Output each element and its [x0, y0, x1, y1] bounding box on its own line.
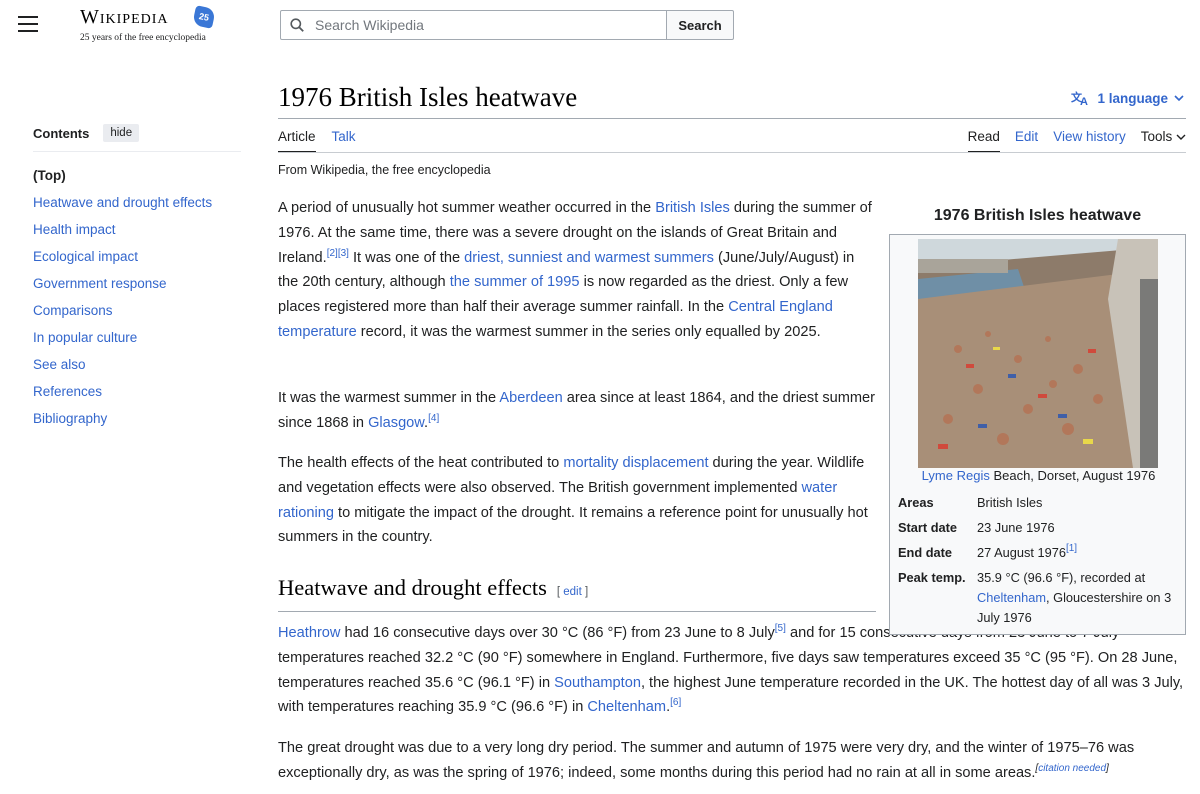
toc-item-heatwave: Heatwave and drought effects — [33, 189, 241, 216]
site-tagline: From Wikipedia, the free encyclopedia — [278, 163, 491, 177]
chevron-down-icon — [1176, 134, 1186, 140]
tabs-divider — [278, 152, 1186, 153]
search-input[interactable] — [313, 15, 653, 35]
infobox-title: 1976 British Isles heatwave — [933, 207, 1142, 224]
search-icon — [290, 18, 304, 32]
beach-photo-image — [918, 239, 1158, 468]
infobox-value: 27 August 1976[1] — [977, 543, 1078, 561]
toc-link[interactable]: Health impact — [33, 222, 116, 237]
link-cheltenham-infobox[interactable]: Cheltenham — [977, 590, 1046, 605]
infobox-row-end-date: End date 27 August 1976[1] — [898, 543, 1183, 563]
toc-link[interactable]: In popular culture — [33, 330, 137, 345]
tab-view-history[interactable]: View history — [1053, 129, 1126, 153]
toc-link[interactable]: Bibliography — [33, 411, 107, 426]
paragraph-intro: A period of unusually hot summer weather… — [278, 200, 872, 340]
ref-3[interactable]: [3] — [338, 248, 349, 259]
link-mortality-displacement[interactable]: mortality displacement — [563, 455, 708, 471]
beach-photo[interactable] — [918, 239, 1158, 468]
search-button[interactable]: Search — [666, 10, 734, 40]
link-summer-1995[interactable]: the summer of 1995 — [450, 274, 580, 290]
infobox-row-peak-temp: Peak temp. 35.9 °C (96.6 °F), recorded a… — [898, 568, 1183, 628]
view-tabs: Read Edit View history Tools — [967, 129, 1186, 153]
table-of-contents: Contents hide (Top) Heatwave and drought… — [33, 124, 241, 432]
toc-link[interactable]: See also — [33, 357, 86, 372]
toc-link[interactable]: References — [33, 384, 102, 399]
paragraph-aberdeen: It was the warmest summer in the Aberdee… — [278, 390, 876, 431]
title-divider — [278, 118, 1186, 119]
page-title: 1976 British Isles heatwave — [278, 82, 578, 112]
search-field[interactable] — [280, 10, 667, 40]
wikipedia-logo[interactable]: Wikipedia 25 25 years of the free encycl… — [80, 5, 220, 46]
menu-bar-icon — [18, 23, 38, 25]
infobox-value: 35.9 °C (96.6 °F), recorded at Cheltenha… — [977, 570, 1172, 625]
infobox: Lyme Regis Beach, Dorset, August 1976 Ar… — [889, 234, 1186, 635]
namespace-tabs: Article Talk — [278, 129, 356, 153]
toc-item-ecological: Ecological impact — [33, 243, 241, 270]
citation-needed-link[interactable]: citation needed — [1038, 763, 1106, 774]
paragraph-heathrow: Heathrow had 16 consecutive days over 30… — [278, 623, 1184, 716]
ref-5[interactable]: [5] — [775, 623, 786, 634]
anniversary-badge-icon: 25 — [192, 5, 216, 29]
toc-item-references: References — [33, 378, 241, 405]
infobox-row-areas: Areas British Isles — [898, 493, 1183, 513]
link-lyme-regis[interactable]: Lyme Regis — [922, 468, 990, 483]
main-menu-button[interactable] — [18, 16, 38, 32]
toc-item-top[interactable]: (Top) — [33, 162, 241, 189]
paragraph-health: The health effects of the heat contribut… — [278, 455, 868, 546]
tab-tools[interactable]: Tools — [1141, 129, 1186, 153]
infobox-key: Start date — [898, 520, 958, 535]
tab-edit[interactable]: Edit — [1015, 129, 1038, 153]
infobox-value: British Isles — [977, 495, 1043, 510]
toc-link[interactable]: Heatwave and drought effects — [33, 195, 212, 210]
toc-hide-button[interactable]: hide — [103, 124, 140, 142]
infobox-rows: Areas British Isles Start date 23 June 1… — [898, 493, 1183, 633]
link-southampton[interactable]: Southampton — [554, 675, 641, 691]
edit-link[interactable]: edit — [563, 586, 582, 598]
infobox-image-caption: Lyme Regis Beach, Dorset, August 1976 — [921, 468, 1156, 483]
menu-bar-icon — [18, 16, 38, 18]
language-button[interactable]: 文 A 1 language — [1071, 90, 1184, 106]
logo-wordmark: Wikipedia — [80, 6, 169, 28]
logo-tagline: 25 years of the free encyclopedia — [80, 33, 206, 43]
toc-item-government: Government response — [33, 270, 241, 297]
toc-title: Contents — [33, 125, 90, 141]
toc-item-health: Health impact — [33, 216, 241, 243]
infobox-row-start-date: Start date 23 June 1976 — [898, 518, 1183, 538]
section-heading-heatwave: Heatwave and drought effects[ edit ] — [278, 575, 876, 612]
toc-link[interactable]: Government response — [33, 276, 167, 291]
tab-talk[interactable]: Talk — [332, 129, 356, 153]
link-glasgow[interactable]: Glasgow — [368, 415, 424, 431]
toc-item-popular-culture: In popular culture — [33, 324, 241, 351]
ref-1[interactable]: [1] — [1066, 543, 1077, 554]
language-button-label: 1 language — [1097, 90, 1168, 106]
link-heathrow[interactable]: Heathrow — [278, 625, 340, 641]
infobox-key: Peak temp. — [898, 570, 966, 585]
chevron-down-icon — [1174, 95, 1184, 102]
section-edit-link: [ edit ] — [556, 586, 589, 598]
toc-link[interactable]: Ecological impact — [33, 249, 138, 264]
toc-item-comparisons: Comparisons — [33, 297, 241, 324]
infobox-key: Areas — [898, 495, 934, 510]
toc-link[interactable]: Comparisons — [33, 303, 113, 318]
infobox-value: 23 June 1976 — [977, 520, 1055, 535]
tools-label: Tools — [1140, 129, 1173, 144]
ref-2[interactable]: [2] — [327, 248, 338, 259]
translate-icon: 文 A — [1071, 90, 1088, 106]
link-british-isles[interactable]: British Isles — [655, 200, 730, 216]
toc-list: (Top) Heatwave and drought effects Healt… — [33, 152, 241, 432]
tab-article[interactable]: Article — [278, 129, 316, 153]
tab-read[interactable]: Read — [967, 129, 1000, 153]
menu-bar-icon — [18, 30, 38, 32]
paragraph-drought: The great drought was due to a very long… — [278, 740, 1135, 781]
ref-4[interactable]: [4] — [428, 413, 439, 424]
link-cheltenham[interactable]: Cheltenham — [587, 699, 666, 715]
toc-item-see-also: See also — [33, 351, 241, 378]
infobox-key: End date — [898, 545, 953, 560]
toc-header: Contents hide — [33, 124, 241, 152]
link-aberdeen[interactable]: Aberdeen — [499, 390, 562, 406]
toc-item-bibliography: Bibliography — [33, 405, 241, 432]
ref-6[interactable]: [6] — [670, 697, 681, 708]
link-driest-summers[interactable]: driest, sunniest and warmest summers — [464, 250, 714, 266]
svg-text:A: A — [1080, 96, 1088, 106]
